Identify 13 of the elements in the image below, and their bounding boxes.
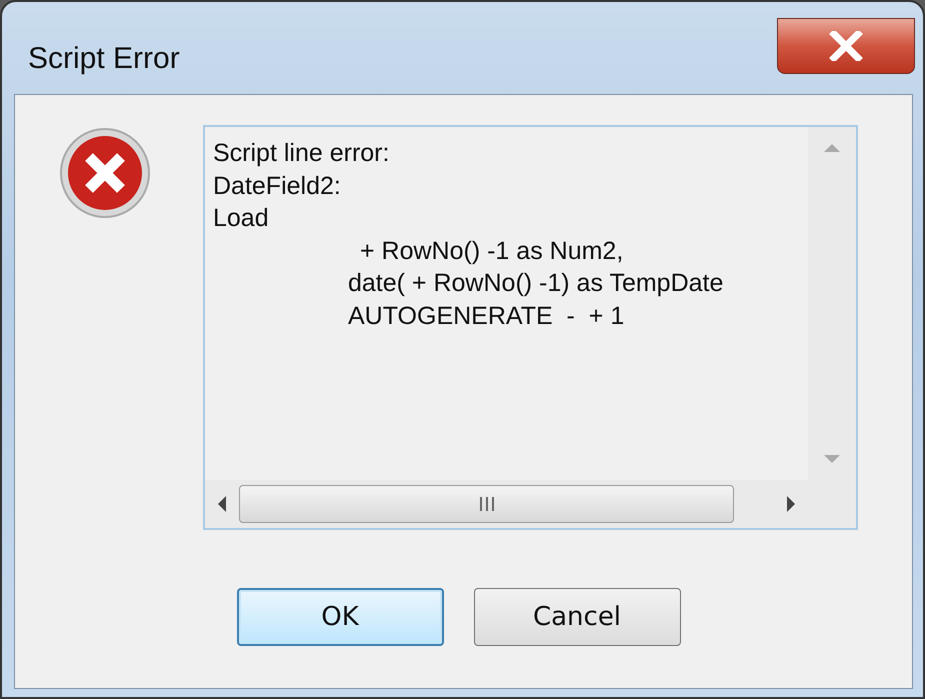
message-line: date( + RowNo() -1) as TempDate [347, 268, 724, 299]
dialog-button[interactable]: Cancel [474, 588, 680, 646]
scrollbar-thumb[interactable] [239, 485, 734, 523]
message-line: + RowNo() -1 as Num2, [359, 236, 624, 266]
message-line: Load [213, 203, 270, 234]
window-title: Script Error [28, 41, 180, 77]
scroll-right-icon[interactable] [786, 494, 798, 514]
error-icon [59, 127, 151, 219]
default-button[interactable]: OK [236, 588, 444, 646]
message-line: Script line error: [213, 138, 390, 169]
close-button[interactable] [777, 18, 915, 74]
message-line: DateField2: [213, 170, 342, 202]
message-line: AUTOGENERATE - + 1 [347, 300, 626, 332]
